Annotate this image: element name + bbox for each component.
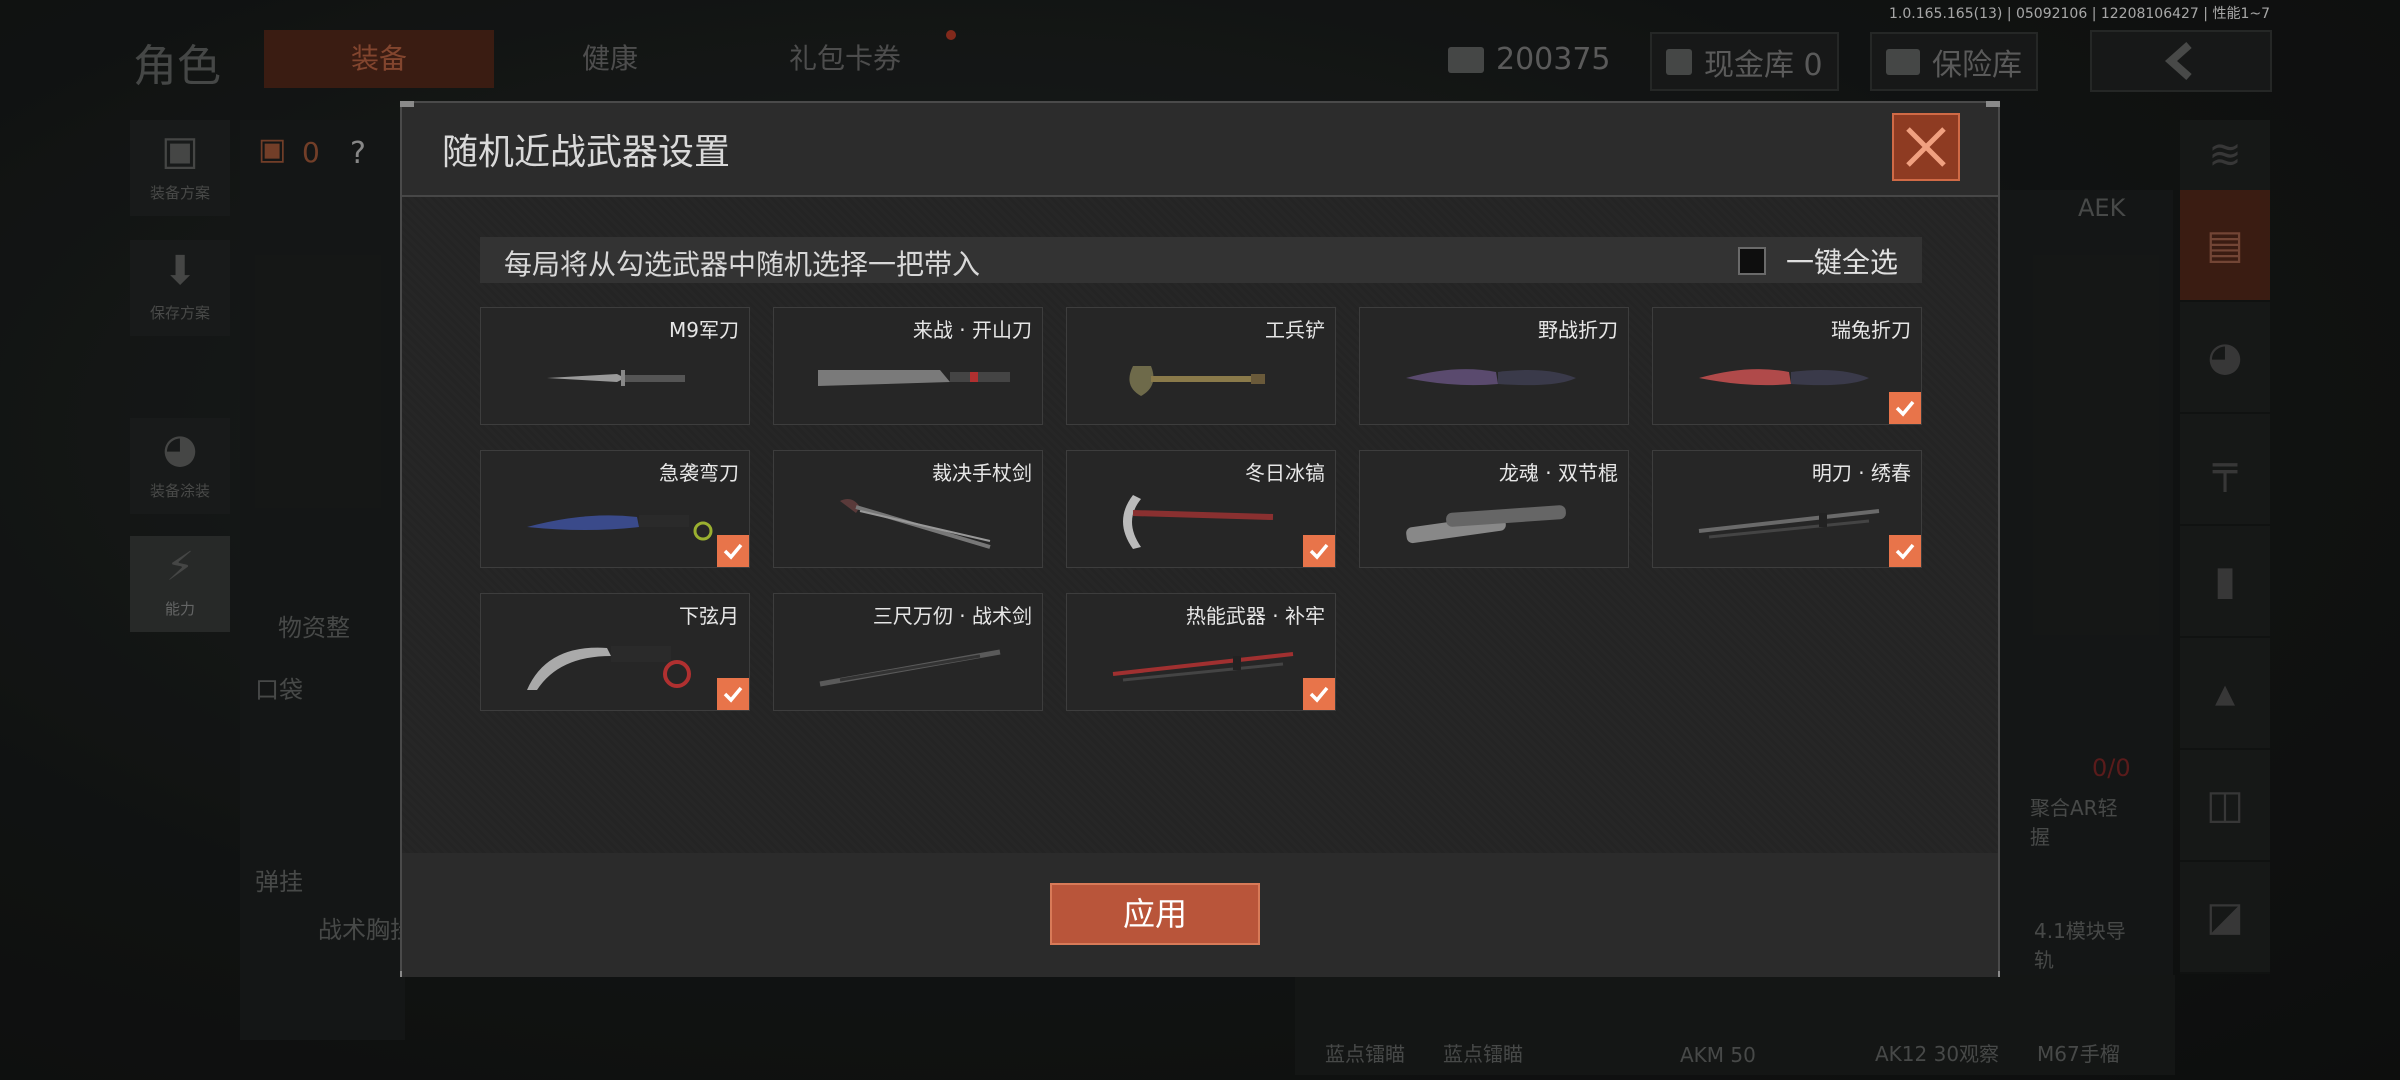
info-bar: 每局将从勾选武器中随机选择一把带入 一键全选: [480, 237, 1922, 283]
weapon-name: 下弦月: [679, 604, 739, 628]
weapon-card[interactable]: 野战折刀: [1359, 307, 1629, 425]
dialog-body: 每局将从勾选武器中随机选择一把带入 一键全选 M9军刀 来战 · 开山刀 工兵铲 野战…: [402, 197, 1998, 853]
weapon-checkbox[interactable]: [1303, 535, 1335, 567]
weapon-image: [527, 646, 691, 690]
weapon-checkbox[interactable]: [1303, 678, 1335, 710]
select-all-toggle[interactable]: 一键全选: [1737, 241, 1898, 281]
weapon-card[interactable]: M9军刀: [480, 307, 750, 425]
apply-button[interactable]: 应用: [1050, 883, 1260, 945]
weapon-image: [840, 499, 991, 549]
corner-decoration: [400, 101, 414, 107]
select-all-label: 一键全选: [1785, 246, 1898, 279]
weapon-checkbox[interactable]: [717, 678, 749, 710]
weapon-card[interactable]: 工兵铲: [1066, 307, 1336, 425]
weapon-card[interactable]: 热能武器 · 补牢: [1066, 593, 1336, 711]
weapon-image: [818, 370, 1010, 386]
weapon-image: [527, 515, 713, 541]
info-text: 每局将从勾选武器中随机选择一把带入: [504, 248, 981, 281]
close-icon: [1906, 127, 1946, 167]
weapon-checkbox[interactable]: [1889, 392, 1921, 424]
weapon-checkbox[interactable]: [717, 535, 749, 567]
weapon-card[interactable]: 裁决手杖剑: [773, 450, 1043, 568]
dialog-footer: 应用: [402, 853, 1998, 977]
weapon-name: 热能武器 · 补牢: [1185, 604, 1325, 628]
weapon-name: 明刀 · 绣春: [1811, 461, 1911, 485]
weapon-name: 冬日冰镐: [1245, 461, 1325, 485]
weapon-name: M9军刀: [669, 318, 739, 342]
corner-decoration: [1986, 101, 2000, 107]
melee-weapon-dialog: 随机近战武器设置 每局将从勾选武器中随机选择一把带入 一键全选 M9军刀 来战 ·…: [400, 101, 2000, 977]
weapon-image: [819, 649, 1001, 687]
weapon-checkbox[interactable]: [1889, 535, 1921, 567]
weapon-image: [1699, 369, 1869, 386]
weapon-card[interactable]: 来战 · 开山刀: [773, 307, 1043, 425]
checkmark-icon: [723, 686, 743, 703]
weapon-image: [1112, 652, 1294, 682]
weapon-name: 工兵铲: [1265, 318, 1325, 342]
weapon-name: 裁决手杖剑: [932, 461, 1032, 485]
weapon-name: 野战折刀: [1538, 318, 1618, 342]
checkmark-icon: [723, 543, 743, 560]
weapon-image: [1698, 509, 1880, 539]
weapon-card[interactable]: 下弦月: [480, 593, 750, 711]
weapon-card[interactable]: 明刀 · 绣春: [1652, 450, 1922, 568]
checkmark-icon: [1309, 543, 1329, 560]
weapon-name: 三尺万仞 · 战术剑: [872, 604, 1032, 628]
dialog-header: 随机近战武器设置: [402, 103, 1998, 197]
close-button[interactable]: [1892, 113, 1960, 181]
weapon-card[interactable]: 急袭弯刀: [480, 450, 750, 568]
checkmark-icon: [1895, 400, 1915, 417]
weapon-name: 急袭弯刀: [659, 461, 739, 485]
weapon-name: 来战 · 开山刀: [912, 318, 1032, 342]
weapon-name: 龙魂 · 双节棍: [1498, 461, 1618, 485]
weapon-card[interactable]: 龙魂 · 双节棍: [1359, 450, 1629, 568]
weapon-image: [1123, 495, 1274, 549]
weapon-card[interactable]: 冬日冰镐: [1066, 450, 1336, 568]
checkmark-icon: [1309, 686, 1329, 703]
select-all-checkbox[interactable]: [1737, 247, 1766, 275]
weapon-image: [1129, 366, 1265, 396]
checkmark-icon: [1895, 543, 1915, 560]
weapon-image: [547, 370, 685, 386]
weapon-name: 瑞兔折刀: [1831, 318, 1911, 342]
weapon-image: [1406, 369, 1576, 386]
dialog-title: 随机近战武器设置: [442, 132, 731, 173]
weapon-card[interactable]: 瑞兔折刀: [1652, 307, 1922, 425]
weapon-card[interactable]: 三尺万仞 · 战术剑: [773, 593, 1043, 711]
weapon-image: [1406, 505, 1566, 544]
